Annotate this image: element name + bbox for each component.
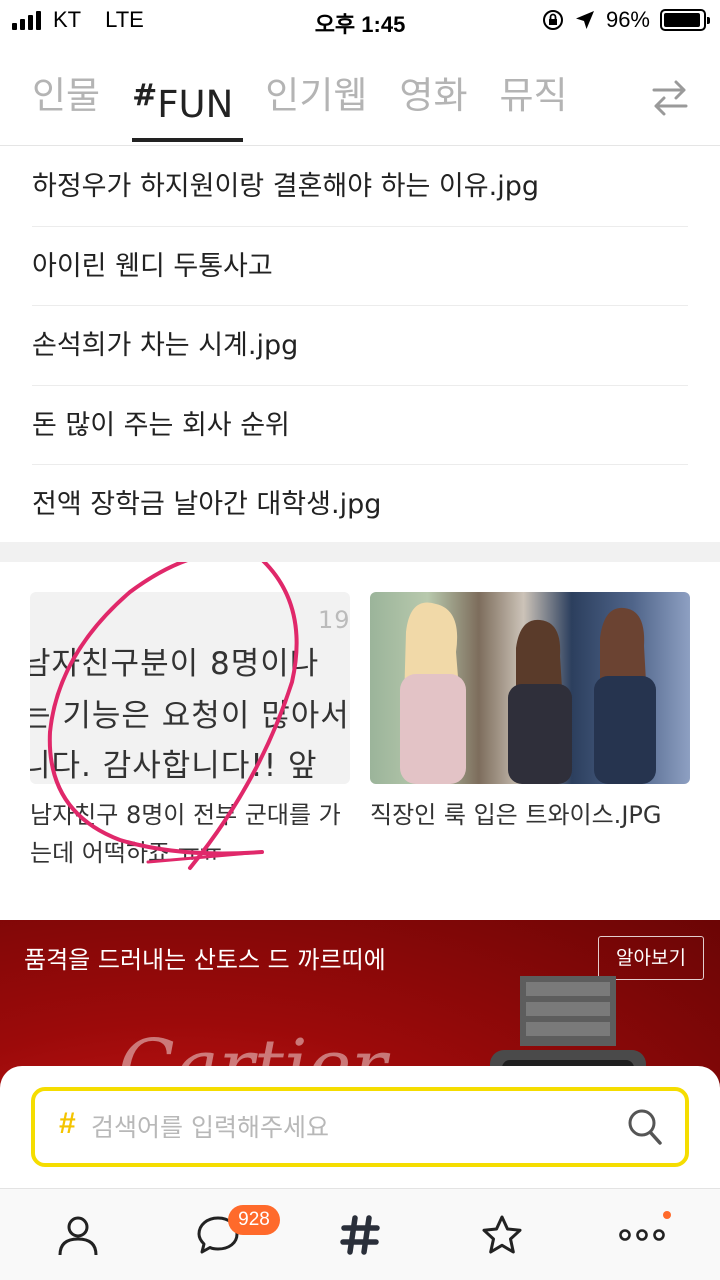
profile-icon [58, 1216, 98, 1256]
status-right: 96% [542, 7, 710, 33]
tab-people[interactable]: 인물 [32, 68, 100, 128]
tab-popular-web[interactable]: 인기웹 [265, 68, 367, 128]
image-cards: 19시 남자친구분이 8명이나 는 기능은 요청이 많아서 니다. 감사합니다!… [0, 562, 720, 898]
ad-headline: 품격을 드러내는 산토스 드 까르띠에 [24, 946, 386, 974]
tab-label: 영화 [399, 74, 468, 117]
section-divider [0, 542, 720, 562]
card-boyfriends[interactable]: 19시 남자친구분이 8명이나 는 기능은 요청이 많아서 니다. 감사합니다!… [30, 592, 350, 872]
tab-music[interactable]: 뮤직 [500, 68, 568, 128]
tab-fade [564, 52, 624, 144]
nav-more[interactable] [570, 1189, 714, 1280]
nav-hash[interactable] [288, 1189, 432, 1280]
bottom-navigation: 928 [0, 1188, 720, 1280]
nav-chat[interactable]: 928 [146, 1189, 290, 1280]
article-list: 하정우가 하지원이랑 결혼해야 하는 이유.jpg 아이린 웬디 두통사고 손석… [0, 147, 720, 545]
card-thumbnail [370, 592, 690, 784]
search-hash-icon: # [59, 1107, 76, 1140]
location-arrow-icon [575, 11, 594, 29]
battery-percent: 96% [605, 7, 650, 32]
card-title: 직장인 룩 입은 트와이스.JPG [370, 801, 662, 829]
tab-label: 인기웹 [265, 74, 368, 117]
ad-learn-more-button[interactable]: 알아보기 [598, 936, 704, 980]
nav-favorites[interactable] [430, 1189, 574, 1280]
tab-hash: # [132, 78, 158, 113]
search-sheet: # [0, 1066, 720, 1188]
list-item[interactable]: 손석희가 차는 시계.jpg [32, 306, 688, 386]
search-box[interactable]: # [31, 1087, 689, 1167]
list-item[interactable]: 전액 장학금 날아간 대학생.jpg [32, 465, 688, 545]
tab-fun[interactable]: #FUN [132, 68, 244, 142]
search-icon[interactable] [627, 1108, 663, 1146]
notification-dot [663, 1211, 671, 1219]
nav-profile[interactable] [6, 1189, 150, 1280]
list-item[interactable]: 하정우가 하지원이랑 결혼해야 하는 이유.jpg [32, 147, 688, 227]
tab-label: 인물 [32, 74, 101, 117]
people-photo-image [400, 602, 656, 784]
hash-icon [340, 1215, 380, 1255]
battery-icon [660, 9, 710, 31]
thumb-text-line: 는 기능은 요청이 많아서 [30, 698, 350, 734]
category-tabs: 인물 #FUN 인기웹 영화 뮤직 [0, 52, 720, 146]
list-item[interactable]: 돈 많이 주는 회사 순위 [32, 386, 688, 465]
thumb-corner-text: 19시 [318, 606, 350, 634]
tab-movie[interactable]: 영화 [399, 68, 467, 128]
list-item[interactable]: 아이린 웬디 두통사고 [32, 227, 688, 306]
card-title: 남자친구 8명이 전부 군대를 가는데 어떡하죠 ㅠㅠ [30, 801, 341, 867]
status-bar: KT LTE 오후 1:45 96% [0, 0, 720, 40]
star-icon [482, 1215, 522, 1254]
search-input[interactable] [91, 1105, 611, 1149]
tab-strip: 인물 #FUN 인기웹 영화 뮤직 [32, 68, 568, 142]
tab-label: FUN [157, 83, 234, 126]
card-twice[interactable]: 직장인 룩 입은 트와이스.JPG [370, 592, 690, 834]
thumb-text-line: 남자친구분이 8명이나 [30, 646, 320, 682]
swap-arrows-icon[interactable] [650, 76, 690, 120]
rotation-lock-icon [542, 10, 563, 30]
chat-badge: 928 [228, 1205, 280, 1235]
thumb-text-line: 니다. 감사합니다!! 앞 [30, 748, 318, 784]
tab-label: 뮤직 [499, 74, 568, 117]
more-icon [619, 1229, 665, 1241]
card-thumbnail: 19시 남자친구분이 8명이나 는 기능은 요청이 많아서 니다. 감사합니다!… [30, 592, 350, 784]
